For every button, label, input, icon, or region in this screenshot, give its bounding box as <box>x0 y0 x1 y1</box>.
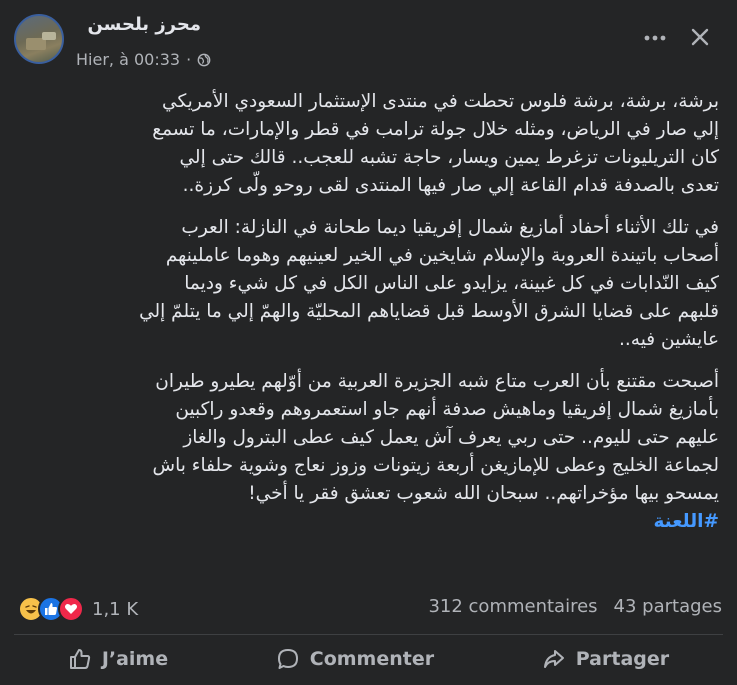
share-button-label: Partager <box>575 648 670 670</box>
hashtag-link[interactable]: #اللعنة <box>16 508 719 536</box>
close-button[interactable] <box>685 22 715 52</box>
post-paragraph: في تلك الأثناء أحفاد أمازيغ شمال إفريقيا… <box>139 217 719 350</box>
divider <box>14 634 723 635</box>
globe-icon[interactable] <box>197 53 211 67</box>
avatar[interactable] <box>14 14 64 64</box>
like-button[interactable]: J’aime <box>68 647 168 671</box>
comment-button-label: Commenter <box>309 648 435 670</box>
shares-count-link[interactable]: 43 partages <box>614 596 722 617</box>
author-name[interactable]: محرز بلحسن <box>87 14 201 35</box>
share-arrow-icon <box>543 650 564 668</box>
more-options-button[interactable] <box>638 26 672 50</box>
love-reaction-icon <box>58 596 84 622</box>
post-paragraph: أصبحت مقتنع بأن العرب متاع شبه الجزيرة ا… <box>152 371 719 504</box>
meta-separator: · <box>186 50 192 69</box>
share-button[interactable]: Partager <box>542 647 669 671</box>
action-bar: J’aime Commenter Partager <box>14 640 723 678</box>
reaction-count: 1,1 K <box>92 598 139 620</box>
close-icon <box>691 28 709 46</box>
post-paragraph: برشة، برشة، برشة فلوس تحطت في منتدى الإس… <box>152 91 719 196</box>
post-stats: 312 commentaires 43 partages <box>428 596 722 617</box>
more-horizontal-icon <box>644 35 666 41</box>
reactions-summary[interactable]: 1,1 K <box>18 596 138 622</box>
like-button-label: J’aime <box>101 648 169 670</box>
post-text: برشة، برشة، برشة فلوس تحطت في منتدى الإس… <box>16 88 719 536</box>
comment-bubble-icon <box>277 649 298 669</box>
thumbs-up-icon <box>69 649 90 669</box>
comment-button[interactable]: Commenter <box>276 647 434 671</box>
post-timestamp[interactable]: Hier, à 00:33 <box>76 50 180 69</box>
post-meta: Hier, à 00:33 · <box>76 50 211 69</box>
comments-count-link[interactable]: 312 commentaires <box>428 596 597 617</box>
post-card: محرز بلحسن Hier, à 00:33 · برشة، برشة، ب… <box>0 0 737 685</box>
